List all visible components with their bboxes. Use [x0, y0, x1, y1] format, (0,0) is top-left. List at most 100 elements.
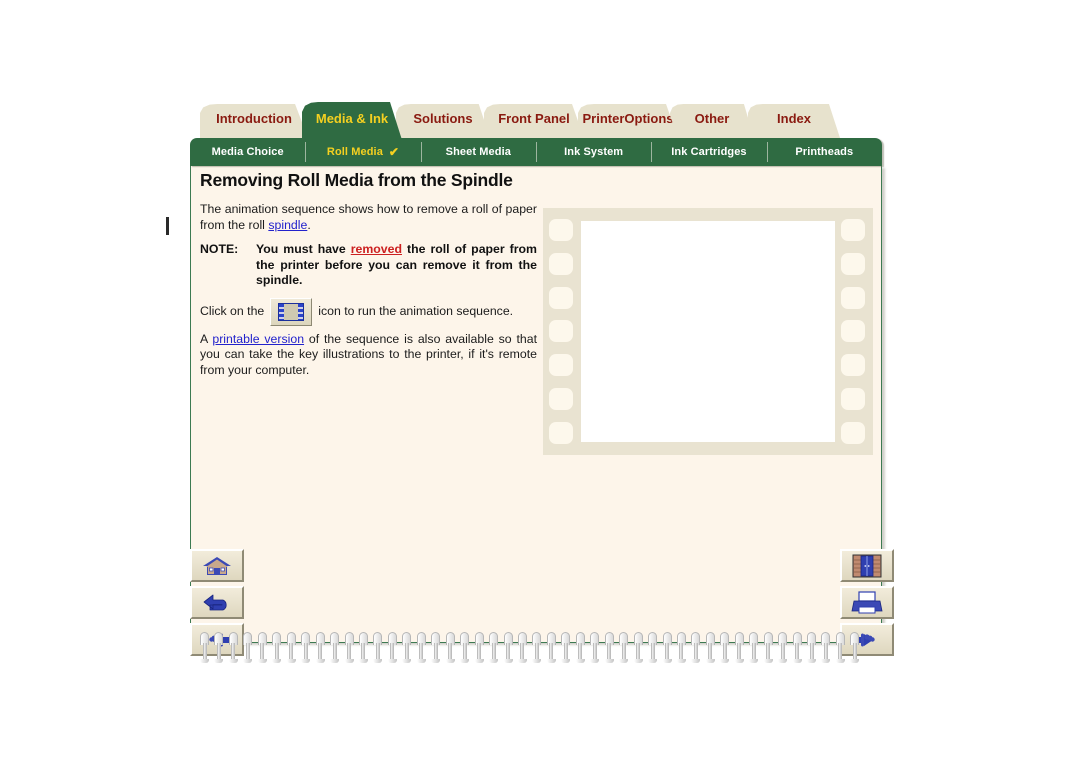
spiral-binding [200, 632, 860, 666]
note-text-pre: You must have [256, 242, 351, 256]
tab-label-line1: Printer [582, 110, 625, 126]
spiral-coil [416, 632, 426, 663]
film-sprocket-hole [549, 421, 573, 444]
tab-introduction[interactable]: Introduction [200, 104, 308, 138]
back-arrow-icon [203, 594, 227, 610]
subnav-item-ink-system[interactable]: Ink System [535, 138, 651, 166]
spiral-coil [228, 632, 238, 663]
spiral-coil [257, 632, 267, 663]
film-sprocket-hole [841, 320, 865, 343]
click-instruction-line: Click on the icon to run the animation s… [200, 297, 537, 326]
film-strip-icon [278, 302, 305, 321]
spiral-coil [648, 632, 658, 663]
spiral-coil [662, 632, 672, 663]
print-button[interactable] [840, 586, 894, 619]
film-sprocket-hole [841, 421, 865, 444]
subnav-item-label: Printheads [795, 146, 854, 158]
intro-text-pre: The animation sequence shows how to remo… [200, 202, 537, 232]
spiral-coil [243, 632, 253, 663]
home-icon [203, 556, 231, 575]
printer-icon [851, 591, 883, 614]
printable-text-pre: A [200, 331, 213, 346]
intro-text-post: . [307, 217, 311, 232]
bookshelf-icon [852, 554, 882, 577]
subnav-item-ink-cartridges[interactable]: Ink Cartridges [651, 138, 766, 166]
note-block: NOTE: You must have removed the roll of … [200, 242, 537, 289]
back-button[interactable] [190, 586, 244, 619]
subnav-item-label: Ink System [564, 146, 624, 158]
subnav-item-label: Media Choice [211, 146, 284, 158]
spiral-coil [575, 632, 585, 663]
film-sprocket-hole [549, 219, 573, 241]
spiral-coil [387, 632, 397, 663]
removed-link[interactable]: removed [351, 242, 402, 256]
film-sprocket-hole [549, 286, 573, 309]
spiral-coil [358, 632, 368, 663]
page-title: Removing Roll Media from the Spindle [200, 170, 513, 190]
spiral-coil [561, 632, 571, 663]
film-sprockets-left [549, 218, 575, 445]
film-sprocket-hole [549, 320, 573, 343]
printable-version-link[interactable]: printable version [212, 332, 304, 346]
spiral-coil [850, 632, 860, 663]
home-button[interactable] [190, 549, 244, 582]
spiral-coil [373, 632, 383, 663]
subnav-item-roll-media[interactable]: Roll Media ✔ [305, 138, 420, 166]
intro-paragraph: The animation sequence shows how to remo… [200, 202, 537, 233]
film-sprocket-hole [841, 252, 865, 275]
animation-film-strip[interactable] [543, 208, 873, 455]
subnav-item-label: Sheet Media [445, 146, 511, 158]
film-sprocket-hole [841, 388, 865, 411]
spindle-link[interactable]: spindle [268, 218, 307, 232]
spiral-coil [315, 632, 325, 663]
tab-solutions[interactable]: Solutions [396, 104, 490, 138]
animation-icon-button[interactable] [270, 297, 313, 326]
subnav-item-printheads[interactable]: Printheads [766, 138, 882, 166]
film-frame-content [581, 221, 835, 442]
spiral-coil [517, 632, 527, 663]
primary-tab-row: Introduction Media & Ink Solutions Front Pa… [178, 98, 896, 140]
spiral-coil [720, 632, 730, 663]
spiral-coil [778, 632, 788, 663]
spiral-coil [546, 632, 556, 663]
click-text-post: icon to run the animation sequence. [318, 303, 514, 318]
subnav-item-sheet-media[interactable]: Sheet Media [420, 138, 536, 166]
tab-other[interactable]: Other [670, 104, 754, 138]
film-sprocket-hole [841, 286, 865, 309]
subnav-check-icon: ✔ [388, 145, 400, 159]
film-sprocket-hole [549, 354, 573, 377]
spiral-coil [633, 632, 643, 663]
note-label: NOTE: [200, 242, 239, 256]
subnav-item-media-choice[interactable]: Media Choice [190, 138, 305, 166]
spiral-coil [214, 632, 224, 663]
text-caret [166, 217, 169, 235]
spiral-coil [330, 632, 340, 663]
film-sprocket-hole [841, 354, 865, 377]
tab-printer-options[interactable]: Printer Options [578, 104, 678, 138]
spiral-coil [286, 632, 296, 663]
bookshelf-button[interactable] [840, 549, 894, 582]
spiral-coil [402, 632, 412, 663]
spiral-coil [474, 632, 484, 663]
secondary-nav-bar: Media Choice Roll Media ✔ Sheet Media Ink Sy… [190, 138, 882, 166]
spiral-coil [431, 632, 441, 663]
tab-index[interactable]: Index [748, 104, 840, 138]
tab-media-ink[interactable]: Media & Ink [302, 102, 402, 140]
spiral-coil [344, 632, 354, 663]
tab-front-panel[interactable]: Front Panel [484, 104, 584, 138]
spiral-coil [445, 632, 455, 663]
spiral-coil [792, 632, 802, 663]
tab-label-line2: Options [624, 110, 674, 126]
spiral-coil [489, 632, 499, 663]
spiral-coil [460, 632, 470, 663]
subnav-item-label: Ink Cartridges [671, 146, 747, 158]
film-sprocket-hole [841, 219, 865, 241]
subnav-item-label: Roll Media [326, 146, 383, 158]
click-text-pre: Click on the [200, 303, 265, 318]
spiral-coil [734, 632, 744, 663]
spiral-coil [200, 632, 209, 663]
spiral-coil [749, 632, 759, 663]
spiral-coil [619, 632, 629, 663]
film-sprocket-hole [549, 252, 573, 275]
spiral-coil [835, 632, 845, 663]
